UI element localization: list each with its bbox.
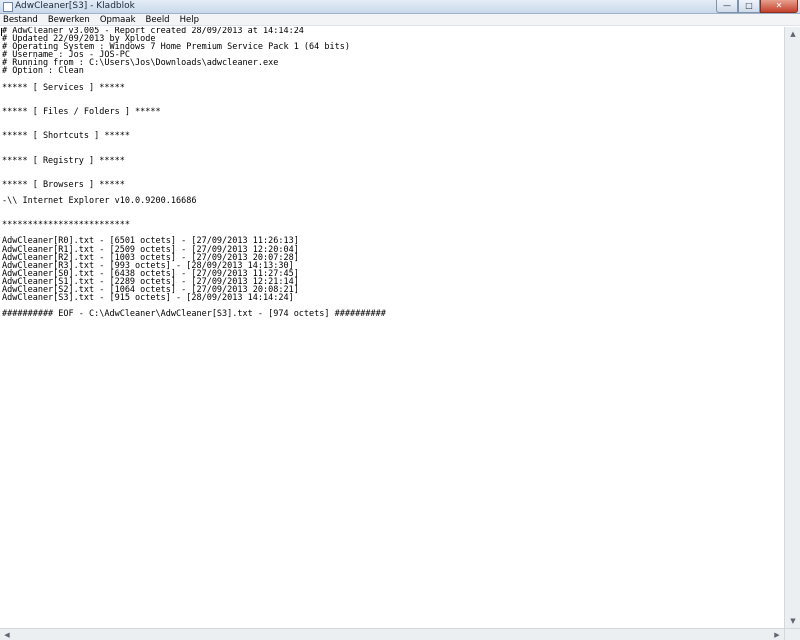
window-title: AdwCleaner[S3] - Kladblok <box>15 1 135 11</box>
menu-beeld[interactable]: Beeld <box>141 14 175 26</box>
horizontal-scrollbar[interactable]: ◀ ▶ <box>0 628 784 640</box>
scroll-up-icon[interactable]: ▲ <box>788 29 798 39</box>
window-controls: — □ ✕ <box>716 0 798 13</box>
menu-bewerken[interactable]: Bewerken <box>43 14 95 26</box>
text-line <box>2 140 386 148</box>
text-line: ***** [ Files / Folders ] ***** <box>2 106 161 117</box>
text-line: ***** [ Browsers ] ***** <box>2 179 125 190</box>
menu-bar: Bestand Bewerken Opmaak Beeld Help <box>0 14 800 26</box>
text-line: ***** [ Services ] ***** <box>2 82 125 93</box>
notepad-app-icon[interactable] <box>3 2 13 12</box>
text-line: ************************* <box>2 220 130 231</box>
maximize-button[interactable]: □ <box>738 0 760 13</box>
scroll-down-icon[interactable]: ▼ <box>788 616 798 626</box>
text-line <box>2 165 386 173</box>
text-line: ########## EOF - C:\AdwCleaner\AdwCleane… <box>2 309 386 320</box>
minimize-button[interactable]: — <box>716 0 738 13</box>
document-text[interactable]: # AdwCleaner v3.005 - Report created 28/… <box>2 27 386 320</box>
text-editor-area[interactable]: # AdwCleaner v3.005 - Report created 28/… <box>0 27 784 628</box>
text-line: ***** [ Shortcuts ] ***** <box>2 131 130 142</box>
menu-opmaak[interactable]: Opmaak <box>95 14 141 26</box>
close-button[interactable]: ✕ <box>760 0 798 13</box>
text-line: -\\ Internet Explorer v10.0.9200.16686 <box>2 195 197 206</box>
scroll-left-icon[interactable]: ◀ <box>2 630 12 640</box>
title-bar[interactable]: AdwCleaner[S3] - Kladblok — □ ✕ <box>0 0 800 14</box>
text-line: ***** [ Registry ] ***** <box>2 155 125 166</box>
scrollbar-corner <box>784 628 800 640</box>
scroll-right-icon[interactable]: ▶ <box>772 630 782 640</box>
vertical-scrollbar[interactable]: ▲ ▼ <box>784 27 800 628</box>
text-line <box>2 116 386 124</box>
menu-bestand[interactable]: Bestand <box>0 14 43 26</box>
text-line: # Option : Clean <box>2 66 84 77</box>
text-line <box>2 92 386 100</box>
menu-help[interactable]: Help <box>175 14 204 26</box>
text-line <box>2 205 386 213</box>
text-line: AdwCleaner[S3].txt - [915 octets] - [28/… <box>2 293 294 304</box>
